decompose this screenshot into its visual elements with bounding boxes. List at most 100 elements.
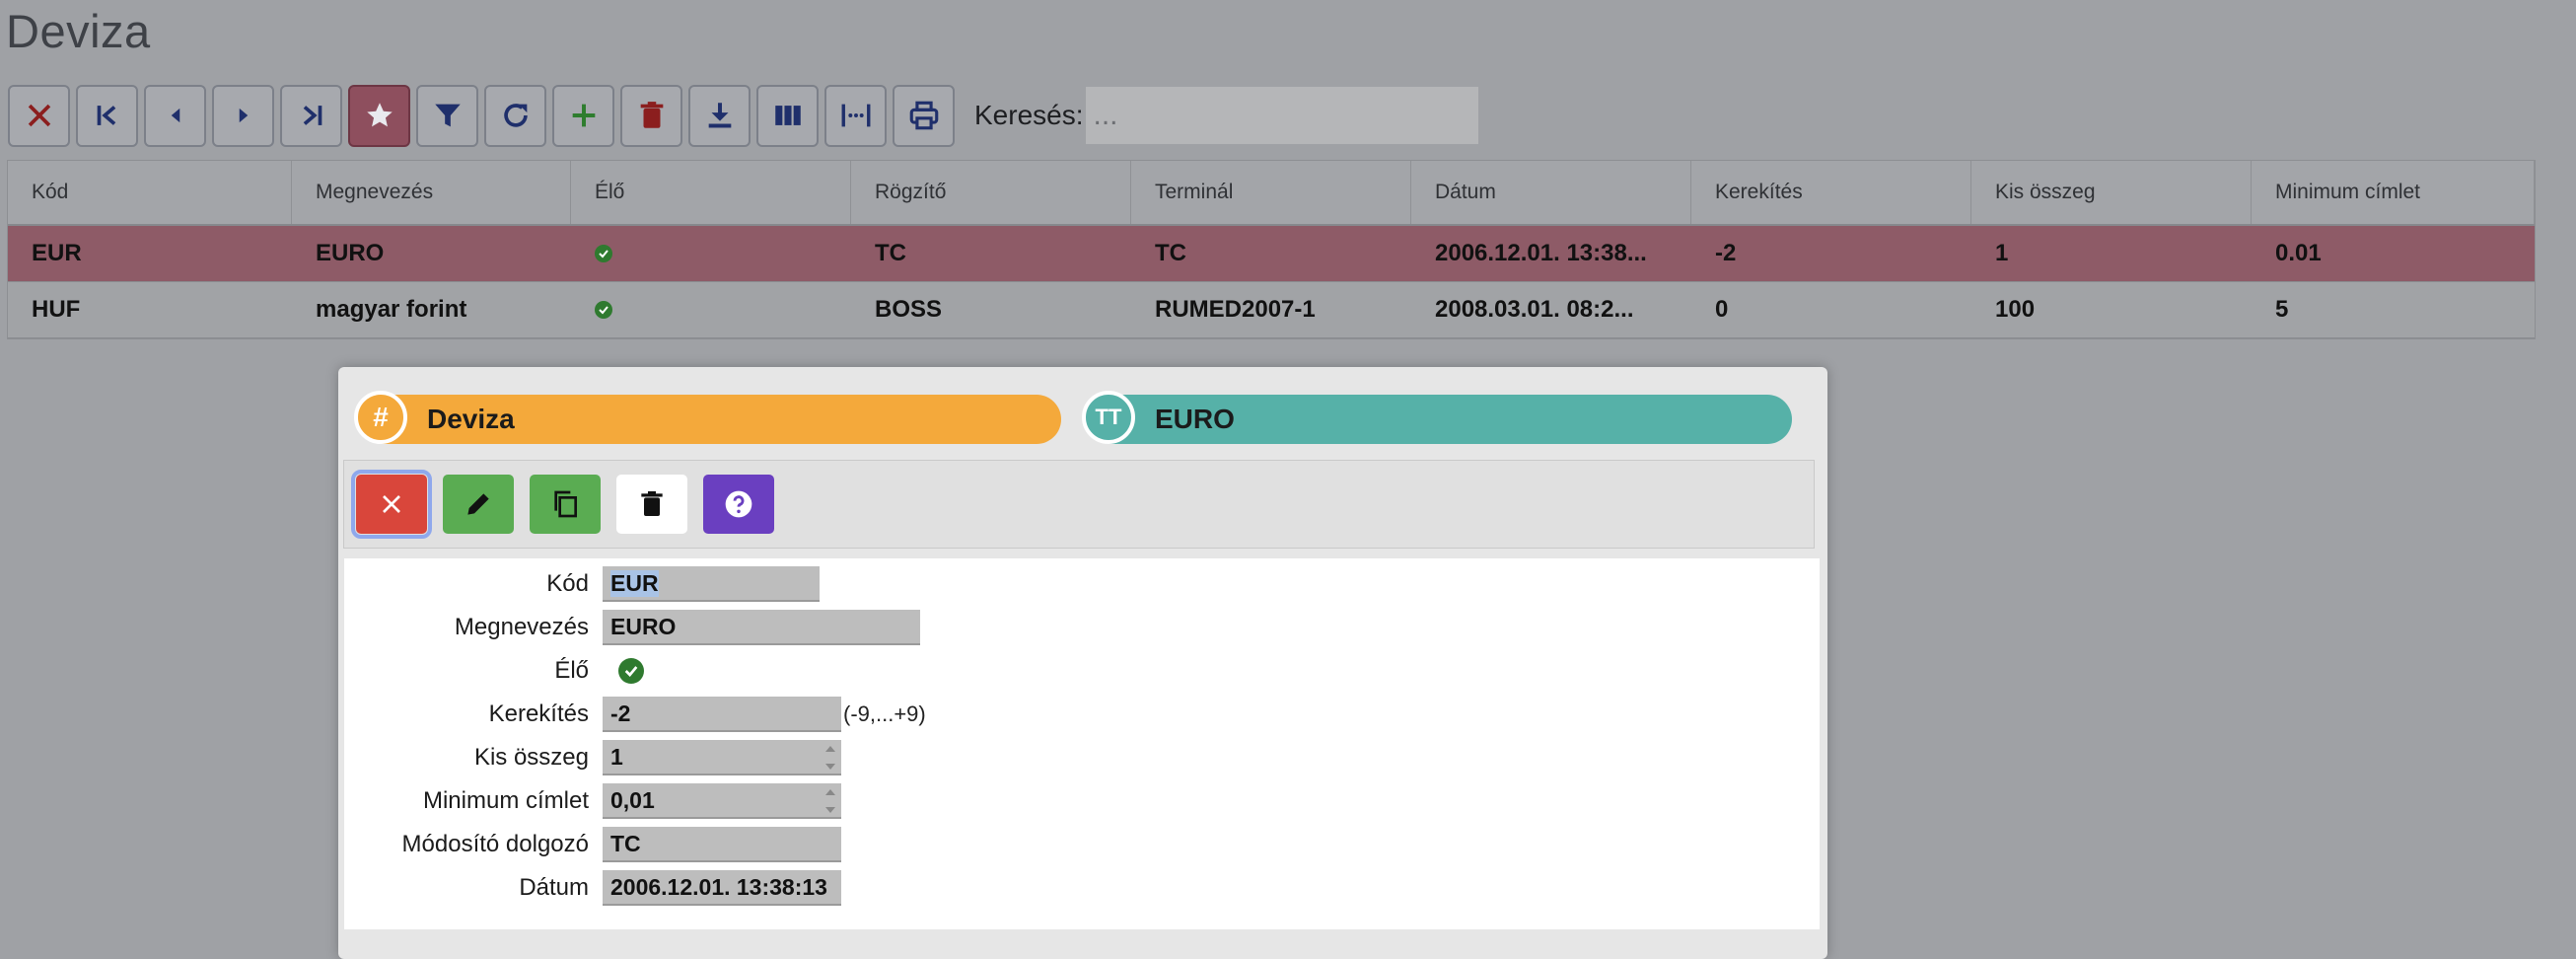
favorite-button[interactable] (348, 84, 410, 147)
last-page-icon (303, 106, 322, 125)
print-button[interactable] (893, 84, 955, 147)
dialog-delete-button[interactable] (616, 475, 687, 534)
cell-rogzito: TC (875, 240, 906, 266)
first-page-button[interactable] (76, 84, 138, 147)
pencil-icon (467, 493, 489, 515)
cell-kis-osszeg: 1 (1995, 240, 2009, 266)
field-kerekites[interactable]: -2 (603, 697, 841, 732)
last-page-button[interactable] (280, 84, 342, 147)
filter-button[interactable] (416, 84, 478, 147)
form-row-modosito: Módosító dolgozó TC (344, 825, 841, 864)
cell-minimum-cimlet: 0.01 (2275, 240, 2322, 266)
prev-button[interactable] (144, 84, 206, 147)
field-modosito[interactable]: TC (603, 827, 841, 862)
field-megnevezes[interactable]: EURO (603, 610, 920, 645)
form-row-datum: Dátum 2006.12.01. 13:38:13 (344, 868, 841, 908)
cell-megnevezes: magyar forint (316, 296, 467, 323)
cell-minimum-cimlet: 5 (2275, 296, 2289, 323)
field-minimum-cimlet[interactable]: 0,01 (603, 783, 841, 819)
label-elo: Élő (554, 657, 589, 684)
cell-kerekites: 0 (1715, 296, 1729, 323)
main-toolbar: Keresés: (8, 83, 1478, 148)
refresh-icon (503, 104, 528, 127)
record-header: TT EURO (1082, 391, 1792, 444)
label-kod: Kód (546, 570, 589, 597)
copy-button[interactable] (530, 475, 601, 534)
cell-kerekites: -2 (1715, 240, 1737, 266)
label-datum: Dátum (519, 874, 589, 901)
field-datum[interactable]: 2006.12.01. 13:38:13 (603, 870, 841, 906)
prev-icon (171, 108, 179, 123)
hash-icon: # (354, 391, 407, 444)
field-kod[interactable]: EUR (603, 566, 820, 602)
fit-width-button[interactable] (824, 84, 887, 147)
label-kerekites: Kerekítés (488, 701, 589, 727)
refresh-button[interactable] (484, 84, 546, 147)
table-row[interactable]: EUR EURO TC TC 2006.12.01. 13:38... -2 1… (8, 226, 2535, 282)
cell-kod: EUR (32, 240, 82, 266)
trash-icon (640, 102, 663, 128)
cell-megnevezes: EURO (316, 240, 385, 266)
column-header-elo[interactable]: Élő (571, 161, 851, 224)
grid-header: Kód Megnevezés Élő Rögzítő Terminál Dátu… (8, 161, 2535, 226)
label-megnevezes: Megnevezés (454, 614, 589, 640)
label-modosito: Módosító dolgozó (401, 831, 589, 857)
close-button[interactable] (8, 84, 70, 147)
cell-elo (571, 226, 851, 281)
column-header-minimum-cimlet[interactable]: Minimum címlet (2252, 161, 2535, 224)
next-button[interactable] (212, 84, 274, 147)
form-row-kerekites: Kerekítés -2 (-9,...+9) (344, 695, 926, 734)
cell-kis-osszeg: 100 (1995, 296, 2036, 323)
download-button[interactable] (688, 84, 751, 147)
entity-header: # Deviza (354, 391, 1061, 444)
table-row[interactable]: HUF magyar forint BOSS RUMED2007-1 2008.… (8, 282, 2535, 338)
form-row-minimum-cimlet: Minimum címlet 0,01 (344, 781, 841, 821)
text-type-icon: TT (1082, 391, 1135, 444)
dialog-close-button[interactable] (351, 470, 432, 539)
trash-icon (641, 490, 663, 516)
cell-rogzito: BOSS (875, 296, 943, 323)
column-header-megnevezes[interactable]: Megnevezés (292, 161, 571, 224)
search-label: Keresés: (974, 100, 1084, 130)
cell-datum: 2006.12.01. 13:38... (1435, 240, 1647, 266)
check-icon (595, 245, 612, 262)
fit-width-icon (841, 104, 870, 127)
print-icon (909, 101, 938, 130)
column-header-kis-osszeg[interactable]: Kis összeg (1971, 161, 2252, 224)
columns-icon (774, 106, 801, 125)
column-header-kod[interactable]: Kód (8, 161, 292, 224)
form-row-kis-osszeg: Kis összeg 1 (344, 738, 841, 777)
column-header-datum[interactable]: Dátum (1411, 161, 1691, 224)
kerekites-hint: (-9,...+9) (843, 701, 926, 726)
plus-icon (572, 104, 595, 127)
data-grid: Kód Megnevezés Élő Rögzítő Terminál Dátu… (7, 160, 2536, 339)
question-icon (725, 490, 752, 518)
field-kis-osszeg[interactable]: 1 (603, 740, 841, 775)
delete-button[interactable] (620, 84, 682, 147)
record-title: EURO (1155, 404, 1235, 434)
help-button[interactable] (703, 475, 774, 534)
cell-datum: 2008.03.01. 08:2... (1435, 296, 1634, 323)
dialog-toolbar (343, 460, 1815, 549)
add-button[interactable] (552, 84, 614, 147)
detail-dialog: # Deviza TT EURO Kód EUR Megnevezés EURO (338, 367, 1827, 959)
search-input[interactable] (1085, 87, 1478, 144)
page-title: Deviza (6, 5, 151, 57)
column-header-rogzito[interactable]: Rögzítő (851, 161, 1131, 224)
spinner-icon[interactable] (823, 746, 837, 770)
download-icon (708, 103, 731, 128)
form-row-elo: Élő (344, 651, 644, 691)
column-header-kerekites[interactable]: Kerekítés (1691, 161, 1971, 224)
check-icon (595, 301, 612, 319)
columns-button[interactable] (756, 84, 819, 147)
copy-icon (554, 490, 577, 518)
column-header-terminal[interactable]: Terminál (1131, 161, 1411, 224)
cell-terminal: RUMED2007-1 (1155, 296, 1316, 323)
label-minimum-cimlet: Minimum címlet (422, 787, 589, 814)
spinner-icon[interactable] (823, 789, 837, 813)
label-kis-osszeg: Kis összeg (473, 744, 589, 771)
filter-icon (434, 104, 461, 127)
close-icon (383, 495, 400, 513)
active-check-icon[interactable] (618, 658, 644, 684)
edit-button[interactable] (443, 475, 514, 534)
